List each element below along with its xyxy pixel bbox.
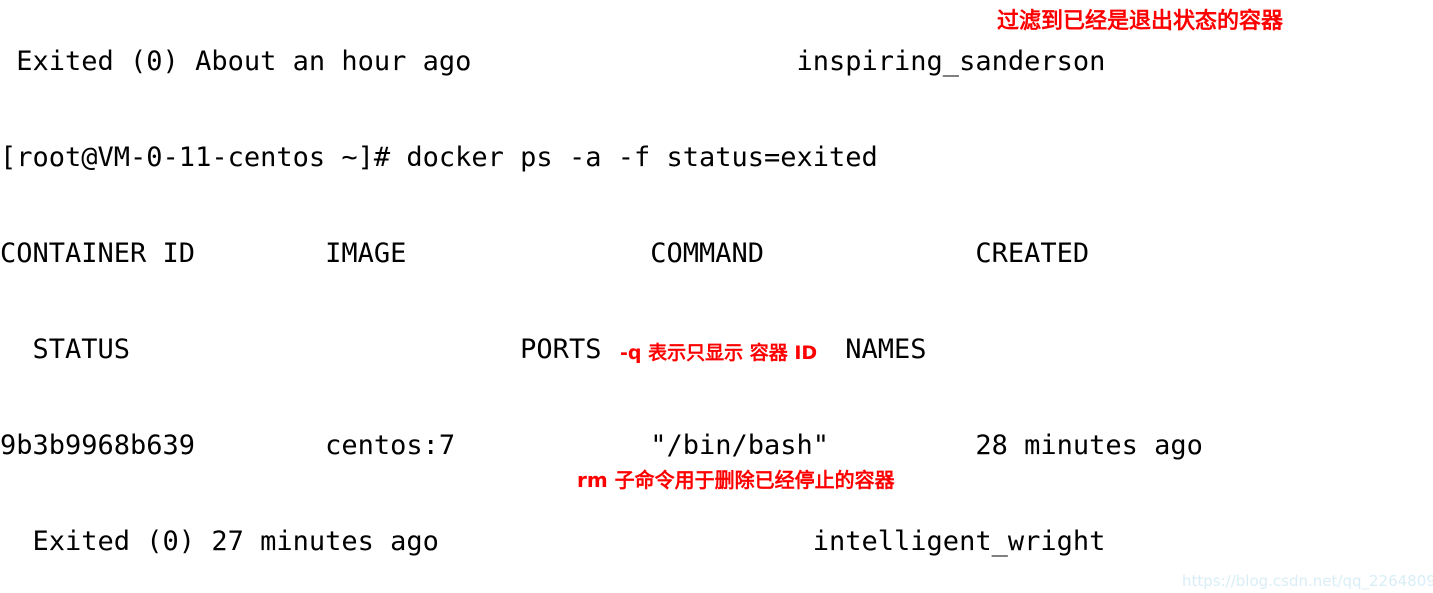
terminal-line: Exited (0) 27 minutes ago intelligent_wr… (0, 526, 1106, 557)
terminal-line-command: [root@VM-0-11-centos ~]# docker ps -a -f… (0, 142, 878, 173)
annotation-rm-subcommand: rm 子命令用于删除已经停止的容器 (577, 468, 895, 492)
annotation-filter-exited: 过滤到已经是退出状态的容器 (997, 9, 1284, 34)
watermark-text: https://blog.csdn.net/qq_22648091 (1182, 572, 1433, 590)
annotation-quiet-flag: -q 表示只显示 容器 ID (620, 342, 818, 364)
terminal-line: Exited (0) About an hour ago inspiring_s… (0, 46, 1106, 77)
terminal-line-header: CONTAINER ID IMAGE COMMAND CREATED (0, 238, 1090, 269)
terminal-window[interactable]: Exited (0) About an hour ago inspiring_s… (0, 0, 1433, 593)
terminal-line: 9b3b9968b639 centos:7 "/bin/bash" 28 min… (0, 430, 1203, 461)
terminal-output: Exited (0) About an hour ago inspiring_s… (0, 0, 1433, 593)
